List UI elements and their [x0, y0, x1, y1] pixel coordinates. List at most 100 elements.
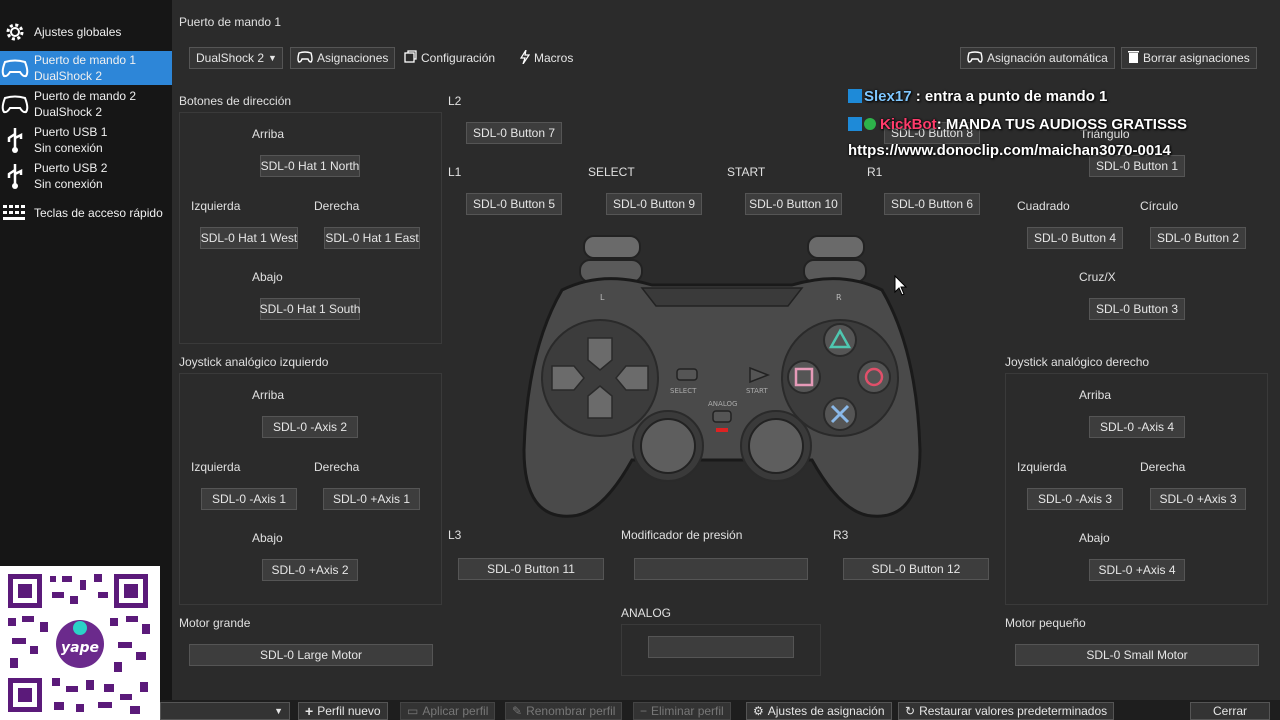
square-label: Cuadrado [1017, 199, 1070, 213]
small-motor-binding[interactable]: SDL-0 Small Motor [1015, 644, 1259, 666]
verified-icon [864, 118, 876, 130]
r1-label: R1 [867, 165, 883, 179]
large-motor-label: Motor grande [179, 616, 251, 630]
tab-settings[interactable]: Configuración [398, 47, 501, 69]
r3-label: R3 [833, 528, 849, 542]
pressure-modifier-label: Modificador de presión [621, 528, 743, 542]
pressure-modifier-binding[interactable] [634, 558, 808, 580]
l2-shoulder-shape [583, 235, 641, 259]
apply-profile-button[interactable]: ▭ Aplicar perfil [400, 702, 496, 720]
circle-binding[interactable]: SDL-0 Button 2 [1150, 227, 1246, 249]
right-stick-left-binding[interactable]: SDL-0 -Axis 3 [1027, 488, 1123, 510]
select-label: SELECT [588, 165, 635, 179]
sidebar-item-sublabel: Sin conexión [34, 177, 103, 191]
left-stick-down-binding[interactable]: SDL-0 +Axis 2 [262, 559, 358, 581]
sidebar-item-label: Puerto de mando 1 [34, 53, 137, 67]
gamepad-icon [297, 50, 313, 66]
dpad-left-binding[interactable]: SDL-0 Hat 1 West [200, 227, 298, 249]
dpad-down-binding[interactable]: SDL-0 Hat 1 South [260, 298, 360, 320]
sidebar-item-port1[interactable]: Puerto de mando 1 DualShock 2 [0, 51, 172, 85]
apply-profile-label: Aplicar perfil [422, 704, 489, 718]
analog-button-shape [712, 410, 732, 423]
close-label: Cerrar [1212, 704, 1247, 718]
select-binding[interactable]: SDL-0 Button 9 [606, 193, 702, 215]
tab-macros-label: Macros [534, 51, 574, 65]
r3-binding[interactable]: SDL-0 Button 12 [843, 558, 989, 580]
sidebar-item-hotkeys[interactable]: Teclas de acceso rápido [0, 198, 172, 228]
settings-window-icon [404, 50, 417, 66]
dpad-section-title: Botones de dirección [179, 94, 292, 108]
mapping-settings-button[interactable]: ⚙ Ajustes de asignación [746, 702, 892, 720]
new-profile-button[interactable]: + Perfil nuevo [298, 702, 388, 720]
chat-message: KickBot: MANDA TUS AUDIOSS GRATISSS [848, 116, 1187, 133]
gamepad-icon [0, 53, 30, 83]
l3-label: L3 [448, 528, 462, 542]
qr-code-image: yape [0, 566, 160, 720]
left-stick-up-binding[interactable]: SDL-0 -Axis 2 [262, 416, 358, 438]
circle-button-shape [857, 360, 891, 394]
large-motor-binding[interactable]: SDL-0 Large Motor [189, 644, 433, 666]
chat-badge-icon [848, 117, 862, 131]
chat-text: : entra a punto de mando 1 [911, 88, 1108, 105]
dpad-right-binding[interactable]: SDL-0 Hat 1 East [324, 227, 420, 249]
sidebar-item-usb1[interactable]: Puerto USB 1 Sin conexión [0, 123, 172, 157]
profile-select[interactable]: ▼ [160, 702, 290, 720]
l1-binding[interactable]: SDL-0 Button 5 [466, 193, 562, 215]
rename-profile-label: Renombrar perfil [526, 704, 616, 718]
dpad-left-label: Izquierda [191, 199, 241, 213]
auto-mapping-button[interactable]: Asignación automática [960, 47, 1115, 69]
page-title: Puerto de mando 1 [179, 15, 282, 29]
sidebar-item-port2[interactable]: Puerto de mando 2 DualShock 2 [0, 87, 172, 121]
bottom-bar: ▼ + Perfil nuevo ▭ Aplicar perfil ✎ Reno… [160, 700, 1280, 720]
right-stick-down-binding[interactable]: SDL-0 +Axis 4 [1089, 559, 1185, 581]
folder-icon: ▭ [407, 704, 419, 718]
square-binding[interactable]: SDL-0 Button 4 [1027, 227, 1123, 249]
r1-binding[interactable]: SDL-0 Button 6 [884, 193, 980, 215]
right-stick-up-binding[interactable]: SDL-0 -Axis 4 [1089, 416, 1185, 438]
tab-bindings-label: Asignaciones [317, 51, 389, 65]
right-stick-right-binding[interactable]: SDL-0 +Axis 3 [1150, 488, 1246, 510]
rename-profile-button[interactable]: ✎ Renombrar perfil [505, 702, 623, 720]
mapping-settings-label: Ajustes de asignación [767, 704, 885, 718]
close-button[interactable]: Cerrar [1190, 702, 1270, 720]
left-stick-shape [640, 418, 696, 474]
sidebar-item-sublabel: Sin conexión [34, 141, 103, 155]
left-stick-up-label: Arriba [252, 388, 285, 402]
tab-bindings[interactable]: Asignaciones [290, 47, 396, 69]
sidebar-item-label: Ajustes globales [34, 25, 122, 39]
auto-mapping-label: Asignación automática [987, 51, 1108, 65]
left-stick-down-label: Abajo [252, 531, 283, 545]
tab-macros[interactable]: Macros [514, 47, 579, 69]
dpad-up-binding[interactable]: SDL-0 Hat 1 North [260, 155, 360, 177]
restore-defaults-button[interactable]: ↻ Restaurar valores predeterminados [898, 702, 1115, 720]
dualshock2-controller-image: L R SELECT START ANALOG [522, 235, 922, 518]
left-stick-section-title: Joystick analógico izquierdo [179, 355, 329, 369]
l3-binding[interactable]: SDL-0 Button 11 [458, 558, 604, 580]
dpad-up-label: Arriba [252, 127, 285, 141]
plus-icon: + [305, 703, 314, 719]
sidebar-item-global-settings[interactable]: Ajustes globales [0, 16, 172, 48]
restore-defaults-label: Restaurar valores predeterminados [919, 704, 1108, 718]
delete-profile-label: Eliminar perfil [651, 704, 724, 718]
right-stick-down-label: Abajo [1079, 531, 1110, 545]
sidebar-item-label: Teclas de acceso rápido [34, 206, 163, 220]
controller-type-select[interactable]: DualShock 2 ▼ [189, 47, 283, 69]
right-stick-up-label: Arriba [1079, 388, 1112, 402]
clear-mapping-button[interactable]: Borrar asignaciones [1121, 47, 1257, 69]
start-binding[interactable]: SDL-0 Button 10 [745, 193, 842, 215]
start-label: START [727, 165, 766, 179]
chat-username: KickBot [880, 116, 937, 133]
left-stick-left-binding[interactable]: SDL-0 -Axis 1 [201, 488, 297, 510]
analog-binding[interactable] [648, 636, 794, 658]
usb-icon [0, 161, 30, 191]
l2-binding[interactable]: SDL-0 Button 7 [466, 122, 562, 144]
sidebar-item-usb2[interactable]: Puerto USB 2 Sin conexión [0, 159, 172, 193]
delete-profile-button[interactable]: − Eliminar perfil [633, 702, 731, 720]
new-profile-label: Perfil nuevo [317, 704, 381, 718]
l1-label: L1 [448, 165, 462, 179]
right-stick-section-title: Joystick analógico derecho [1005, 355, 1150, 369]
trash-icon [1128, 50, 1139, 66]
cross-binding[interactable]: SDL-0 Button 3 [1089, 298, 1185, 320]
select-button-shape [676, 368, 698, 381]
left-stick-right-binding[interactable]: SDL-0 +Axis 1 [323, 488, 420, 510]
